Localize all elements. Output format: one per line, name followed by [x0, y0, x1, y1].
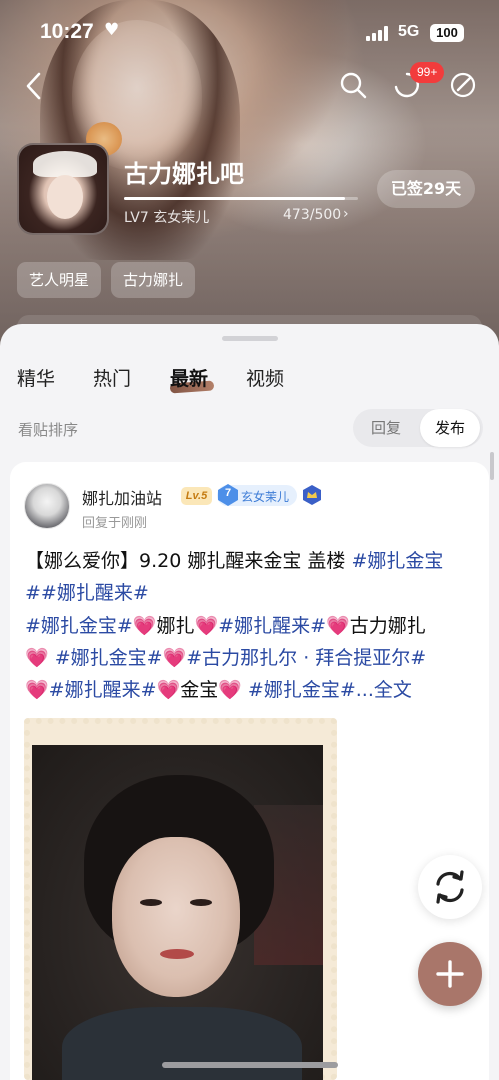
heart-emoji: 💗 — [194, 615, 219, 637]
sort-option-reply[interactable]: 回复 — [356, 409, 416, 447]
level-title[interactable]: LV7 玄女茉儿 — [124, 207, 209, 227]
post-text-line[interactable]: 💗 #娜扎金宝#💗#古力那扎尔 · 拜合提亚尔# — [25, 642, 475, 674]
post-text: 金宝 — [180, 679, 219, 701]
scrollbar-thumb[interactable] — [490, 452, 494, 480]
author-name[interactable]: 娜扎加油站 — [82, 485, 162, 509]
heart-emoji: 💗 — [326, 615, 350, 637]
post-text: 娜扎 — [156, 615, 195, 637]
tab-featured[interactable]: 精华 — [17, 364, 55, 391]
level-progress-bar — [124, 197, 358, 200]
post-text-line[interactable]: 💗#娜扎醒来#💗金宝💗 #娜扎金宝#...全文 — [25, 674, 475, 706]
hashtag[interactable]: #娜扎金宝# — [242, 679, 356, 701]
hashtag[interactable]: #娜扎金宝# — [25, 615, 133, 637]
photo-eye — [190, 899, 212, 906]
post-time: 回复于刚刚 — [82, 516, 148, 531]
avatar-veil — [33, 151, 97, 177]
plus-icon — [436, 960, 464, 988]
hashtag[interactable]: #娜扎醒来# — [49, 679, 157, 701]
author-level-badge: Lv.5 — [181, 487, 212, 505]
search-icon[interactable] — [338, 70, 368, 100]
post-text-line[interactable]: 【娜么爱你】9.20 娜扎醒来金宝 盖楼 #娜扎金宝 — [25, 545, 475, 577]
notification-badge: 99+ — [410, 62, 445, 83]
level-progress-fill — [124, 197, 346, 200]
author-avatar[interactable] — [24, 483, 70, 529]
fan-level-number: 7 — [224, 487, 232, 499]
battery-icon: 100 — [430, 24, 464, 42]
status-bar: 10:27 ♥ 5G 100 — [0, 0, 499, 64]
hashtag[interactable]: #古力那扎尔 · 拜合提亚尔# — [186, 647, 426, 669]
heart-icon: ♥ — [104, 20, 120, 40]
photo-lips — [160, 949, 194, 959]
signal-icon — [366, 26, 388, 41]
hashtag[interactable]: #娜扎金宝# — [49, 647, 163, 669]
post-text-line[interactable]: #娜扎金宝#💗娜扎💗#娜扎醒来#💗古力娜扎 — [25, 610, 475, 642]
refresh-icon — [436, 870, 464, 904]
crown-icon — [303, 485, 321, 505]
photo-eye — [140, 899, 162, 906]
chevron-right-icon[interactable]: › — [343, 206, 349, 222]
heart-emoji: 💗 — [156, 679, 181, 701]
post-text: 【娜么爱你】9.20 娜扎醒来金宝 盖楼 — [25, 550, 352, 572]
home-indicator[interactable] — [162, 1062, 338, 1068]
sheet-grabber[interactable] — [222, 336, 278, 341]
tag-forum[interactable]: 古力娜扎 — [111, 262, 195, 298]
level-progress-text[interactable]: 473/500 — [283, 207, 341, 223]
post-image[interactable] — [32, 745, 323, 1080]
tag-artist[interactable]: 艺人明星 — [17, 262, 101, 298]
photo-collar — [62, 1007, 302, 1080]
signed-in-button[interactable]: 已签29天 — [377, 170, 475, 208]
heart-emoji: 💗 — [162, 647, 187, 669]
tab-hot[interactable]: 热门 — [93, 364, 131, 391]
edit-icon[interactable] — [448, 70, 478, 100]
sort-option-publish[interactable]: 发布 — [420, 409, 480, 447]
network-type: 5G — [398, 23, 420, 40]
avatar-face — [47, 175, 83, 219]
hashtag[interactable]: #娜扎醒来# — [218, 615, 326, 637]
status-time: 10:27 — [40, 20, 94, 43]
heart-emoji: 💗 — [218, 679, 242, 701]
add-post-button[interactable] — [418, 942, 482, 1006]
tab-video[interactable]: 视频 — [246, 364, 284, 391]
forum-name: 古力娜扎吧 — [124, 160, 244, 188]
forum-avatar[interactable] — [17, 143, 109, 235]
post-text-line[interactable]: ##娜扎醒来# — [25, 577, 475, 609]
tab-latest[interactable]: 最新 — [170, 364, 208, 391]
heart-emoji: 💗 — [25, 647, 49, 669]
photo-face — [112, 837, 240, 997]
hashtag[interactable]: ...全文 — [356, 679, 412, 701]
refresh-button[interactable] — [418, 855, 482, 919]
fan-title: 玄女茉儿 — [241, 490, 290, 504]
heart-emoji: 💗 — [132, 615, 157, 637]
heart-emoji: 💗 — [25, 679, 49, 701]
back-icon[interactable] — [22, 70, 46, 102]
hashtag[interactable]: #娜扎金宝 — [351, 550, 443, 572]
sort-label: 看贴排序 — [18, 421, 79, 439]
post-text: 古力娜扎 — [349, 615, 426, 637]
hashtag[interactable]: ##娜扎醒来# — [25, 582, 149, 604]
